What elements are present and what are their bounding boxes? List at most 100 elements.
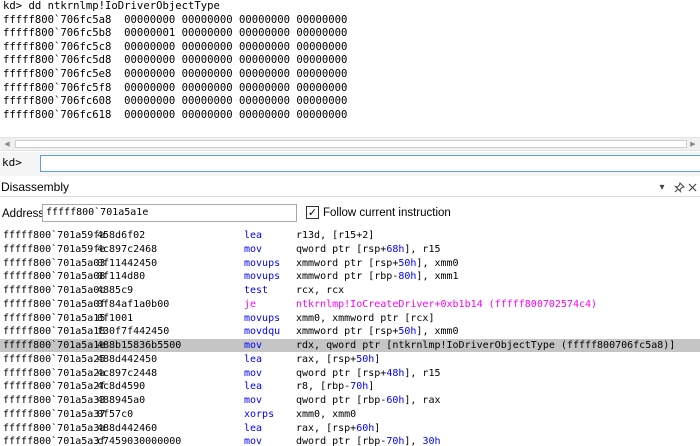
operand-text: qword ptr [rbp- <box>296 395 387 406</box>
memory-dump-line: fffff800`706fc5a8 00000000 00000000 0000… <box>3 13 348 26</box>
operand-text: ] <box>374 422 381 434</box>
instruction-address: fffff800`701a5a37 <box>3 408 106 420</box>
operand-constant: 50h <box>356 353 375 365</box>
disassembly-row[interactable]: fffff800`701a5a15 0f1001 movups xmm0, xmmwo… <box>0 312 700 325</box>
instruction-address: fffff800`701a5a3a <box>3 422 106 434</box>
instruction-address: fffff800`701a5a33 <box>3 395 106 406</box>
memory-dump-line: fffff800`706fc5d8 00000000 00000000 0000… <box>3 54 348 67</box>
instruction-mnemonic: je <box>244 298 257 310</box>
instruction-bytes: 0f114d80 <box>97 271 146 283</box>
instruction-mnemonic: lea <box>244 381 263 393</box>
disassembly-row[interactable]: fffff800`701a5a33 488945a0 mov qword ptr [r… <box>0 394 700 407</box>
instruction-address: fffff800`701a5a0c <box>3 285 106 296</box>
operand-constant: 60h <box>356 422 375 434</box>
disassembly-row[interactable]: fffff800`701a5a08 0f114d80 movups xmmword p… <box>0 270 700 283</box>
disassembly-row[interactable]: fffff800`701a5a37 0f57c0 xorps xmm0, xmm0 <box>0 408 700 421</box>
instruction-bytes: 488b15836b5500 <box>97 340 182 351</box>
instruction-address: fffff800`701a5a18 <box>3 326 106 338</box>
command-input[interactable] <box>40 155 700 172</box>
disassembly-row[interactable]: fffff800`701a5a3a 488d442460 lea rax, [rsp+… <box>0 422 700 435</box>
instruction-bytes: 0f84af1a0b00 <box>97 298 170 310</box>
operand-constant: 48h <box>386 367 405 379</box>
address-input[interactable]: fffff800`701a5a1e <box>42 204 297 222</box>
operand-text: ntkrnlmp!IoCreateDriver+0xb1b14 (fffff80… <box>296 298 598 310</box>
disassembly-listing[interactable]: fffff800`701a59fa 458d6f02 lea r13d, [r15+2… <box>0 229 700 446</box>
operand-text: xmmword ptr [rsp+ <box>296 326 399 338</box>
instruction-address: fffff800`701a59fe <box>3 243 106 255</box>
operand-text: rcx, rcx <box>296 285 345 296</box>
horizontal-scrollbar[interactable]: ◀ ▶ <box>0 137 700 151</box>
operand-text: ], xmm1 <box>416 271 459 283</box>
disassembly-row[interactable]: fffff800`701a5a0c 4885c9 test rcx, rcx <box>0 284 700 297</box>
disassembly-row[interactable]: fffff800`701a5a2a 4c897c2448 mov qword ptr … <box>0 367 700 380</box>
operand-text: rax, [rsp+ <box>296 353 357 365</box>
disassembly-row-current[interactable]: fffff800`701a5a1e 488b15836b5500 mov rdx, q… <box>0 339 700 352</box>
instruction-address: fffff800`701a5a25 <box>3 353 106 365</box>
operand-text: rdx, qword ptr [ntkrnlmp!IoDriverObjectT… <box>296 340 676 351</box>
operand-text: ], <box>404 436 423 446</box>
operand-constant: 30h <box>422 436 441 446</box>
instruction-operands: xmmword ptr [rsp+50h], xmm0 <box>296 257 459 270</box>
instruction-address: fffff800`701a5a2f <box>3 381 106 393</box>
pin-icon[interactable] <box>672 180 686 194</box>
follow-current-instruction-checkbox[interactable]: ✓ <box>306 206 319 219</box>
disassembly-row[interactable]: fffff800`701a5a2f 4c8d4590 lea r8, [rbp-70h… <box>0 380 700 393</box>
operand-text: dword ptr [rbp- <box>296 436 387 446</box>
instruction-operands: xmmword ptr [rsp+50h], xmm0 <box>296 325 459 338</box>
operand-text: xmm0, xmmword ptr [rcx] <box>296 312 435 324</box>
instruction-mnemonic: mov <box>244 436 263 446</box>
operand-text: rax, [rsp+ <box>296 422 357 434</box>
operand-text: ], r15 <box>404 243 441 255</box>
instruction-bytes: f30f7f442450 <box>97 326 170 338</box>
instruction-operands: rdx, qword ptr [ntkrnlmp!IoDriverObjectT… <box>296 339 675 352</box>
instruction-operands: rcx, rcx <box>296 284 344 297</box>
instruction-bytes: 488d442460 <box>97 422 158 434</box>
disassembly-row[interactable]: fffff800`701a5a3f c7459030000000 mov dword … <box>0 435 700 446</box>
disassembly-row[interactable]: fffff800`701a59fa 458d6f02 lea r13d, [r15+2… <box>0 229 700 242</box>
follow-current-instruction-label[interactable]: Follow current instruction <box>323 206 451 220</box>
operand-text: xmm0, xmm0 <box>296 408 357 420</box>
instruction-operands: xmm0, xmmword ptr [rcx] <box>296 312 434 325</box>
memory-dump-line: fffff800`706fc5f8 00000000 00000000 0000… <box>3 81 348 94</box>
command-output-pane[interactable]: kd> dd ntkrnlmp!IoDriverObjectType fffff8… <box>0 0 700 136</box>
instruction-operands: xmmword ptr [rbp-80h], xmm1 <box>296 270 459 283</box>
chevron-down-icon[interactable]: ▾ <box>655 180 669 194</box>
operand-constant: 50h <box>398 257 417 269</box>
instruction-bytes: 0f57c0 <box>97 408 134 420</box>
instruction-operands: rax, [rsp+50h] <box>296 353 380 366</box>
disassembly-row[interactable]: fffff800`701a59fe 4c897c2468 mov qword ptr … <box>0 243 700 256</box>
instruction-address: fffff800`701a5a3f <box>3 436 106 446</box>
close-icon[interactable] <box>686 180 698 194</box>
scrollbar-thumb[interactable] <box>15 140 687 148</box>
instruction-mnemonic: lea <box>244 353 263 365</box>
operand-text: ], xmm0 <box>416 257 459 269</box>
operand-text: xmmword ptr [rbp- <box>296 271 399 283</box>
instruction-bytes: 0f1001 <box>97 312 134 324</box>
disassembly-row[interactable]: fffff800`701a5a03 0f11442450 movups xmmword… <box>0 257 700 270</box>
operand-text: ] <box>374 353 381 365</box>
instruction-operands: dword ptr [rbp-70h], 30h <box>296 435 441 446</box>
memory-dump-line: fffff800`706fc5e8 00000000 00000000 0000… <box>3 68 348 80</box>
command-input-row: kd> <box>0 152 700 176</box>
operand-text: ] <box>368 381 375 393</box>
instruction-mnemonic: movdqu <box>244 326 281 338</box>
memory-dump-line: fffff800`706fc5b8 00000001 00000000 0000… <box>3 27 348 40</box>
command-prompt: kd> <box>2 156 22 169</box>
instruction-address: fffff800`701a5a1e <box>3 340 106 351</box>
instruction-bytes: 4c897c2468 <box>97 243 158 255</box>
disassembly-row[interactable]: fffff800`701a5a18 f30f7f442450 movdqu xmmwo… <box>0 325 700 338</box>
operand-constant: 68h <box>386 243 405 255</box>
instruction-mnemonic: mov <box>244 367 263 379</box>
disassembly-row[interactable]: fffff800`701a5a25 488d442450 lea rax, [rsp+… <box>0 353 700 366</box>
instruction-address: fffff800`701a5a08 <box>3 271 106 283</box>
instruction-mnemonic: mov <box>244 340 263 351</box>
instruction-operands: rax, [rsp+60h] <box>296 422 380 435</box>
disassembly-title: Disassembly <box>1 180 70 194</box>
disassembly-row[interactable]: fffff800`701a5a0f 0f84af1a0b00 je ntkrnlmp!… <box>0 298 700 311</box>
scroll-right-arrow-icon[interactable]: ▶ <box>686 138 700 150</box>
instruction-mnemonic: mov <box>244 395 263 406</box>
address-label: Address: <box>2 208 48 220</box>
memory-dump-line: fffff800`706fc618 00000000 00000000 0000… <box>3 108 348 121</box>
operand-constant: 70h <box>350 381 369 393</box>
scroll-left-arrow-icon[interactable]: ◀ <box>0 138 14 150</box>
